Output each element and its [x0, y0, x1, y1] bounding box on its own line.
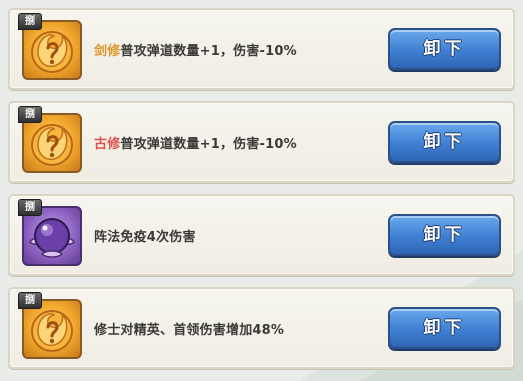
grade-tag: 捌: [18, 106, 42, 123]
talent-card: 捌 剑修 普攻弹道数量+1，伤害-10% 卸下: [8, 8, 515, 90]
talent-description: 修士对精英、首领伤害增加48%: [94, 289, 284, 367]
class-prefix: 古修: [94, 136, 121, 152]
talent-description: 古修 普攻弹道数量+1，伤害-10%: [94, 103, 297, 181]
effect-text: 普攻弹道数量+1，伤害-10%: [120, 43, 297, 59]
effect-text: 阵法免疫4次伤害: [94, 229, 196, 245]
unload-button[interactable]: 卸下: [388, 121, 501, 163]
talent-card: 捌 修士对精英、首领伤害增加48% 卸下: [8, 287, 515, 369]
unload-button[interactable]: 卸下: [388, 28, 501, 70]
grade-tag: 捌: [18, 13, 42, 30]
unload-button[interactable]: 卸下: [388, 214, 501, 256]
unload-button[interactable]: 卸下: [388, 307, 501, 349]
effect-text: 修士对精英、首领伤害增加48%: [94, 322, 285, 338]
talent-description: 剑修 普攻弹道数量+1，伤害-10%: [94, 10, 297, 88]
class-prefix: 剑修: [94, 43, 121, 59]
talent-card: 捌 阵法免疫4次伤害 卸下: [8, 194, 515, 276]
talent-description: 阵法免疫4次伤害: [94, 196, 196, 274]
grade-tag: 捌: [18, 292, 42, 309]
grade-tag: 捌: [18, 199, 42, 216]
talent-list: 捌 剑修 普攻弹道数量+1，伤害-10% 卸下 捌 古修 普攻弹道数量+1，伤害-1…: [8, 8, 515, 380]
effect-text: 普攻弹道数量+1，伤害-10%: [120, 136, 297, 152]
talent-card: 捌 古修 普攻弹道数量+1，伤害-10% 卸下: [8, 101, 515, 183]
